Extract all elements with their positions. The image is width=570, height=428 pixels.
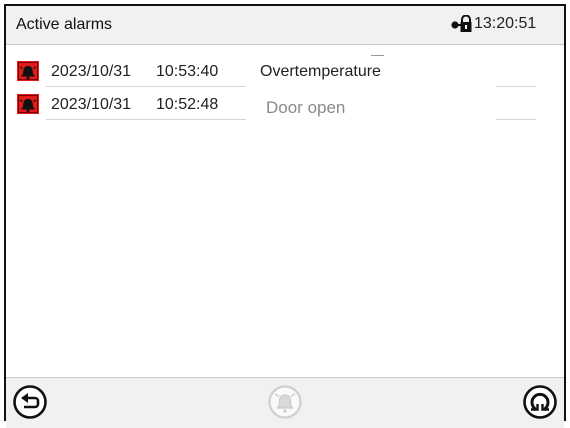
active-alarms-screen: Active alarms 13:20:51 2023/10/31 10:53:… (4, 4, 566, 428)
alarm-bell-icon (17, 61, 39, 81)
alarm-message: Door open (266, 98, 346, 117)
row-divider (46, 119, 246, 120)
clock-time: 13:20:51 (474, 15, 537, 32)
alarm-message: Overtemperature (260, 63, 381, 80)
alarm-row[interactable]: 2023/10/31 10:53:40 Overtemperature (6, 55, 564, 87)
back-arrow-icon[interactable] (12, 384, 48, 420)
lock-icon (451, 15, 472, 32)
row-divider (496, 119, 536, 120)
alarm-time: 10:53:40 (156, 63, 219, 80)
alarm-bell-icon (17, 94, 39, 114)
mute-alarm-icon (268, 385, 302, 419)
row-divider (371, 55, 384, 56)
header-bar: Active alarms 13:20:51 (6, 6, 564, 45)
row-divider (496, 86, 536, 87)
alarm-row[interactable]: 2023/10/31 10:52:48 Door open (6, 90, 564, 120)
refresh-icon[interactable] (522, 384, 558, 420)
footer-bar (6, 377, 564, 428)
page-title: Active alarms (16, 16, 113, 33)
row-divider (46, 86, 246, 87)
alarm-date: 2023/10/31 (51, 96, 132, 113)
alarm-date: 2023/10/31 (51, 63, 132, 80)
alarm-time: 10:52:48 (156, 96, 219, 113)
